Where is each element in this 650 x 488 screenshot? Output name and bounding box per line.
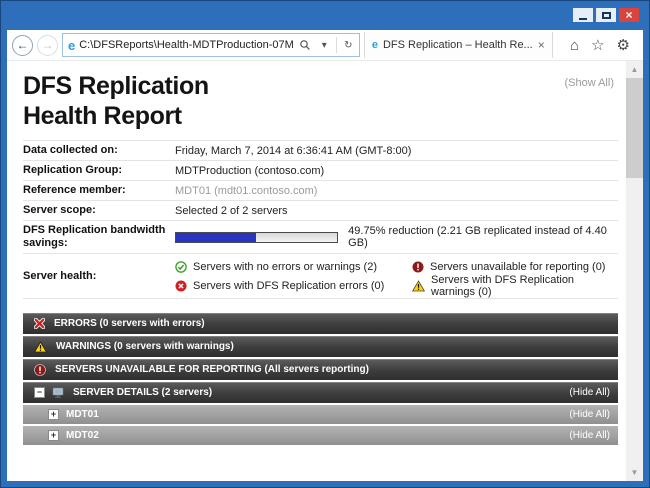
field-value: MDT01 (mdt01.contoso.com) [175,185,618,197]
bandwidth-text: 49.75% reduction (2.21 GB replicated ins… [348,225,618,249]
back-button[interactable]: ← [12,35,33,56]
row-replication-group: Replication Group: MDTProduction (contos… [23,161,618,181]
back-arrow-icon: ← [17,38,29,52]
row-server-scope: Server scope: Selected 2 of 2 servers [23,201,618,221]
field-label: Replication Group: [23,164,175,177]
bandwidth-progress-fill [176,233,256,242]
maximize-button[interactable] [596,8,616,22]
vertical-scrollbar[interactable]: ▲ ▼ [626,61,643,481]
server-name: MDT01 [66,409,99,420]
health-item-warnings: Servers with DFS Replication warnings (0… [412,274,618,298]
bandwidth-progress-bar [175,232,338,243]
section-label: SERVER DETAILS (2 servers) [73,387,212,398]
field-value: Selected 2 of 2 servers [175,205,618,217]
tab-close-icon[interactable]: × [538,39,545,51]
expand-expander-icon[interactable]: + [48,409,59,420]
unavailable-circle-icon [34,364,46,376]
forward-button[interactable]: → [37,35,58,56]
hide-all-link[interactable]: (Hide All) [569,430,610,441]
favorites-star-icon[interactable]: ☆ [591,38,604,53]
field-label: Reference member: [23,184,175,197]
section-label: WARNINGS (0 servers with warnings) [56,341,234,352]
close-icon: × [625,9,632,21]
search-button[interactable] [298,35,313,55]
scroll-up-icon[interactable]: ▲ [626,61,643,78]
tab-favicon-icon: e [372,40,378,51]
health-item-label: Servers with DFS Replication warnings (0… [431,274,618,298]
refresh-icon: ↻ [344,40,352,51]
health-item-label: Servers with no errors or warnings (2) [193,261,377,273]
server-row-mdt02[interactable]: + MDT02 (Hide All) [23,426,618,445]
address-divider [336,37,337,53]
address-text[interactable]: C:\DFSReports\Health-MDTProduction-07M [79,39,294,51]
search-icon [299,39,311,51]
report-summary-table: Data collected on: Friday, March 7, 2014… [23,140,618,299]
field-label: Server scope: [23,204,175,217]
server-icon [52,387,64,399]
address-bar[interactable]: e C:\DFSReports\Health-MDTProduction-07M… [62,33,360,57]
home-icon[interactable]: ⌂ [570,38,579,53]
chevron-down-icon: ▾ [322,40,327,51]
error-x-icon [34,318,45,329]
browser-client-area: ← → e C:\DFSReports\Health-MDTProduction… [7,30,643,481]
close-button[interactable]: × [619,8,639,22]
page-title: DFS Replication Health Report [23,71,618,131]
warning-triangle-icon [34,341,47,353]
row-bandwidth-savings: DFS Replication bandwidth savings: 49.75… [23,221,618,254]
server-health-grid: Servers with no errors or warnings (2) S… [175,257,618,295]
field-label: Server health: [23,270,175,283]
minimize-icon [579,18,587,20]
section-label: ERRORS (0 servers with errors) [54,318,205,329]
row-reference-member: Reference member: MDT01 (mdt01.contoso.c… [23,181,618,201]
settings-gear-icon[interactable]: ⚙ [617,38,630,53]
section-errors[interactable]: ERRORS (0 servers with errors) [23,313,618,334]
minimize-button[interactable] [573,8,593,22]
health-item-label: Servers unavailable for reporting (0) [430,261,605,273]
row-server-health: Server health: Servers with no errors or… [23,254,618,299]
collapse-expander-icon[interactable]: − [34,387,45,398]
browser-actions: ⌂ ☆ ⚙ [570,38,638,53]
health-item-errors: Servers with DFS Replication errors (0) [175,280,412,292]
row-data-collected: Data collected on: Friday, March 7, 2014… [23,141,618,161]
server-row-mdt01[interactable]: + MDT01 (Hide All) [23,405,618,424]
maximize-icon [602,12,611,19]
error-circle-icon [175,280,187,292]
health-item-ok: Servers with no errors or warnings (2) [175,261,412,273]
section-server-details[interactable]: − SERVER DETAILS (2 servers) (Hide All [23,382,618,403]
hide-all-link[interactable]: (Hide All) [569,387,610,398]
field-value: Friday, March 7, 2014 at 6:36:41 AM (GMT… [175,145,618,157]
field-label: Data collected on: [23,144,175,157]
title-line-1: DFS Replication [23,72,209,100]
tab-dfs-replication-health-report[interactable]: e DFS Replication – Health Re... × [364,32,553,58]
report-sections: ERRORS (0 servers with errors) WARNINGS … [23,313,618,445]
refresh-button[interactable]: ↻ [341,35,356,55]
health-item-label: Servers with DFS Replication errors (0) [193,280,384,292]
browser-window: × ← → e C:\DFSReports\Health-MDTProducti… [0,0,650,488]
scrollbar-thumb[interactable] [626,78,643,178]
tab-title: DFS Replication – Health Re... [383,39,533,51]
browser-toolbar: ← → e C:\DFSReports\Health-MDTProduction… [7,30,643,61]
health-item-unavailable: Servers unavailable for reporting (0) [412,261,618,273]
server-name: MDT02 [66,430,99,441]
section-label: SERVERS UNAVAILABLE FOR REPORTING (All s… [55,364,369,375]
show-all-link[interactable]: (Show All) [564,77,614,89]
page-content: (Show All) DFS Replication Health Report… [7,61,643,481]
section-unavailable[interactable]: SERVERS UNAVAILABLE FOR REPORTING (All s… [23,359,618,380]
expand-expander-icon[interactable]: + [48,430,59,441]
forward-arrow-icon: → [42,38,54,52]
address-dropdown-button[interactable]: ▾ [317,35,332,55]
warning-triangle-icon [412,280,425,292]
title-line-2: Health Report [23,102,182,130]
bandwidth-value: 49.75% reduction (2.21 GB replicated ins… [175,225,618,249]
report-page: (Show All) DFS Replication Health Report… [7,61,626,481]
field-value: MDTProduction (contoso.com) [175,165,618,177]
ok-circle-icon [175,261,187,273]
window-controls: × [573,8,639,22]
section-warnings[interactable]: WARNINGS (0 servers with warnings) [23,336,618,357]
unavailable-circle-icon [412,261,424,273]
ie-icon: e [68,39,75,52]
field-label: DFS Replication bandwidth savings: [23,224,175,250]
hide-all-link[interactable]: (Hide All) [569,409,610,420]
scroll-down-icon[interactable]: ▼ [626,464,643,481]
